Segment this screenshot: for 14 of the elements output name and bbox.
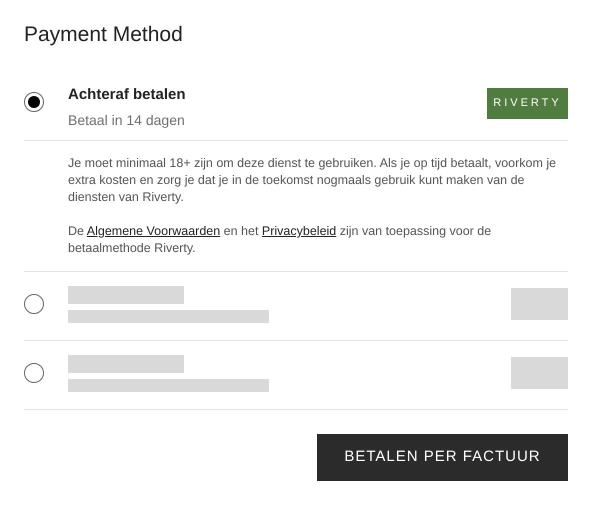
terms-text: De Algemene Voorwaarden en het Privacybeleid zijn van toepassing voor de betaalmethode Riverty. xyxy=(68,222,492,257)
radio-button[interactable] xyxy=(24,294,44,314)
radio-button[interactable] xyxy=(24,92,44,112)
terms-link[interactable]: Privacybeleid xyxy=(262,224,336,238)
brand-logo: RIVERTY xyxy=(487,88,568,120)
method-subtitle: Betaal in 14 dagen xyxy=(68,112,186,129)
page-title: Payment Method xyxy=(24,22,184,48)
radio-button[interactable] xyxy=(24,362,44,383)
skeleton-block xyxy=(511,288,568,320)
submit-button[interactable]: BETALEN PER FACTUUR xyxy=(317,434,568,481)
terms-link[interactable]: Algemene Voorwaarden xyxy=(86,224,220,238)
skeleton-block xyxy=(511,356,568,389)
description-text: Je moet minimaal 18+ zijn om deze dienst te gebruiken. Als je op tijd betaalt, voorkom je extra kosten en zorg je dat je in de toekomst nogmaals gebruik kunt maken van de diensten van Riverty. xyxy=(68,154,558,206)
method-name: Achteraf betalen xyxy=(68,86,186,104)
